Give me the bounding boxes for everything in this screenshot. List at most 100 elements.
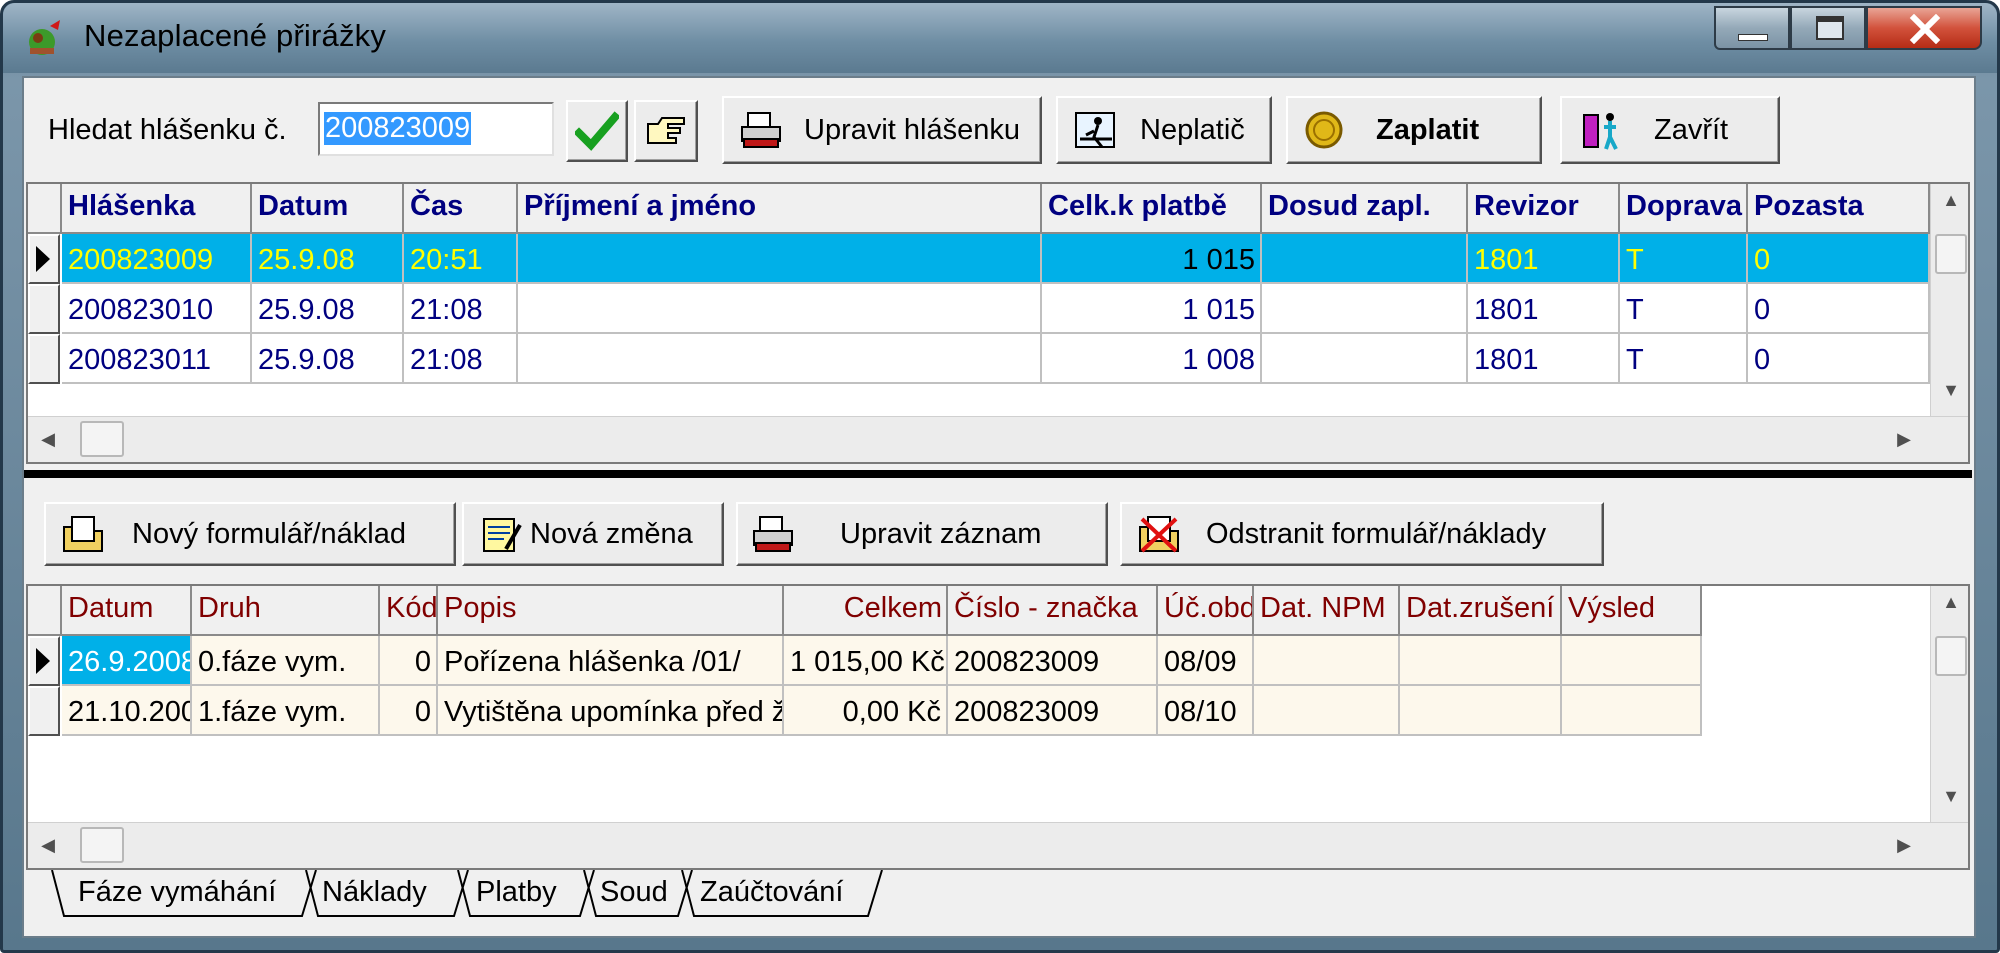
edit-report-button[interactable]: Upravit hlášenku (722, 96, 1042, 164)
table-cell[interactable]: 0 (1748, 334, 1930, 384)
column-header[interactable]: Datum (252, 184, 404, 234)
table-cell[interactable]: Pořízena hlášenka /01/ (438, 636, 784, 686)
tab-soud[interactable]: Soud (600, 876, 668, 909)
pay-button[interactable]: Zaplatit (1286, 96, 1542, 164)
column-header[interactable]: Úč.obd. (1158, 586, 1254, 636)
column-header[interactable]: Číslo - značka (948, 586, 1158, 636)
column-header[interactable]: Druh (192, 586, 380, 636)
search-input[interactable]: 200823009 (318, 102, 554, 156)
table-cell[interactable]: Vytištěna upomínka před žalobou (438, 686, 784, 736)
column-header[interactable]: Dosud zapl. (1262, 184, 1468, 234)
column-header[interactable]: Revizor (1468, 184, 1620, 234)
table-cell[interactable]: 1 015 (1042, 234, 1262, 284)
table-cell[interactable]: 21:08 (404, 334, 518, 384)
column-header[interactable]: Příjmení a jméno (518, 184, 1042, 234)
tab-platby[interactable]: Platby (476, 876, 557, 909)
reports-grid[interactable]: Hlášenka Datum Čas Příjmení a jméno Celk.k p… (26, 182, 1970, 464)
column-header[interactable]: Celk.k platbě (1042, 184, 1262, 234)
table-cell[interactable]: 25.9.08 (252, 334, 404, 384)
scroll-left-icon[interactable]: ◀ (36, 429, 60, 450)
table-cell[interactable] (1562, 636, 1702, 686)
table-cell[interactable]: T (1620, 334, 1748, 384)
table-cell[interactable] (518, 234, 1042, 284)
remove-forms-button[interactable]: Odstranit formulář/náklady (1120, 502, 1604, 566)
goto-button[interactable] (634, 100, 698, 162)
splitter[interactable] (24, 470, 1972, 478)
table-cell[interactable]: 0 (1748, 284, 1930, 334)
table-cell[interactable]: 1801 (1468, 334, 1620, 384)
edit-record-button[interactable]: Upravit záznam (736, 502, 1108, 566)
scroll-left-icon[interactable]: ◀ (36, 835, 60, 856)
table-cell[interactable]: 200823010 (62, 284, 252, 334)
row-indicator[interactable] (28, 636, 60, 686)
scroll-right-icon[interactable]: ▶ (1892, 429, 1916, 450)
row-indicator[interactable] (28, 334, 60, 384)
costs-vscrollbar[interactable]: ▲ ▼ (1930, 586, 1968, 822)
table-cell[interactable]: 08/09 (1158, 636, 1254, 686)
new-change-button[interactable]: Nová změna (462, 502, 724, 566)
table-cell[interactable]: 26.9.2008 (62, 636, 192, 686)
table-cell[interactable] (518, 334, 1042, 384)
table-cell[interactable]: 1 015,00 Kč (784, 636, 948, 686)
row-indicator[interactable] (28, 686, 60, 736)
costs-hscroll-thumb[interactable] (80, 827, 124, 863)
column-header[interactable]: Kód (380, 586, 438, 636)
tab-faze-vymahani[interactable]: Fáze vymáhání (78, 876, 276, 909)
column-header[interactable]: Dat. NPM (1254, 586, 1400, 636)
table-cell[interactable]: 21:08 (404, 284, 518, 334)
table-cell[interactable]: 1801 (1468, 284, 1620, 334)
table-cell[interactable] (1262, 334, 1468, 384)
scroll-right-icon[interactable]: ▶ (1892, 835, 1916, 856)
table-cell[interactable]: 1 015 (1042, 284, 1262, 334)
table-cell[interactable]: 200823009 (62, 234, 252, 284)
close-window-button[interactable]: Zavřít (1560, 96, 1780, 164)
confirm-button[interactable] (566, 100, 628, 162)
column-header[interactable]: Pozasta (1748, 184, 1930, 234)
table-cell[interactable]: 1 008 (1042, 334, 1262, 384)
table-cell[interactable]: 200823009 (948, 636, 1158, 686)
minimize-button[interactable] (1714, 6, 1790, 50)
row-indicator[interactable] (28, 284, 60, 334)
table-cell[interactable]: 08/10 (1158, 686, 1254, 736)
table-cell[interactable]: 1.fáze vym. (192, 686, 380, 736)
table-cell[interactable]: 20:51 (404, 234, 518, 284)
costs-hscrollbar[interactable]: ◀ ▶ (28, 822, 1968, 868)
table-cell[interactable] (1562, 686, 1702, 736)
table-cell[interactable]: 25.9.08 (252, 284, 404, 334)
costs-grid[interactable]: Datum Druh Kód Popis Celkem Číslo - značka Úč.… (26, 584, 1970, 870)
column-header[interactable]: Výsled (1562, 586, 1702, 636)
table-cell[interactable]: 21.10.2008 (62, 686, 192, 736)
table-cell[interactable]: 0.fáze vym. (192, 636, 380, 686)
reports-vscroll-thumb[interactable] (1935, 234, 1967, 274)
scroll-down-icon[interactable]: ▼ (1931, 786, 1968, 807)
table-cell[interactable] (1262, 284, 1468, 334)
table-cell[interactable] (1254, 686, 1400, 736)
maximize-button[interactable] (1790, 6, 1866, 50)
reports-vscrollbar[interactable]: ▲ ▼ (1930, 184, 1968, 416)
table-cell[interactable]: 200823011 (62, 334, 252, 384)
close-button[interactable] (1866, 6, 1982, 50)
table-cell[interactable]: T (1620, 284, 1748, 334)
table-cell[interactable]: 25.9.08 (252, 234, 404, 284)
table-cell[interactable]: 0 (380, 636, 438, 686)
column-header[interactable]: Datum (62, 586, 192, 636)
table-cell[interactable]: 0,00 Kč (784, 686, 948, 736)
table-cell[interactable]: 0 (1748, 234, 1930, 284)
column-header[interactable]: Popis (438, 586, 784, 636)
table-cell[interactable] (518, 284, 1042, 334)
table-cell[interactable] (1254, 636, 1400, 686)
table-cell[interactable] (1400, 636, 1562, 686)
column-header[interactable]: Hlášenka (62, 184, 252, 234)
table-cell[interactable]: 0 (380, 686, 438, 736)
nonpayer-button[interactable]: Neplatič (1056, 96, 1272, 164)
column-header[interactable]: Čas (404, 184, 518, 234)
scroll-down-icon[interactable]: ▼ (1931, 380, 1968, 401)
column-header[interactable]: Doprava (1620, 184, 1748, 234)
column-header[interactable]: Dat.zrušení (1400, 586, 1562, 636)
table-cell[interactable]: 1801 (1468, 234, 1620, 284)
table-cell[interactable]: 200823009 (948, 686, 1158, 736)
tab-naklady[interactable]: Náklady (322, 876, 427, 909)
scroll-up-icon[interactable]: ▲ (1931, 190, 1968, 211)
table-cell[interactable]: T (1620, 234, 1748, 284)
new-form-button[interactable]: Nový formulář/náklad (44, 502, 456, 566)
